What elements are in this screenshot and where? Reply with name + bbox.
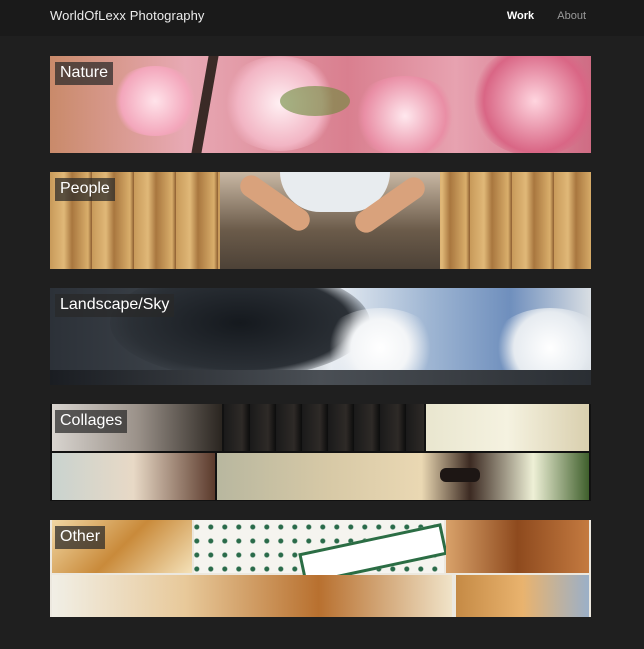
category-label: Other [55, 526, 106, 549]
site-title[interactable]: WorldOfLexx Photography [50, 8, 205, 23]
category-label: People [55, 178, 115, 201]
main-nav: Work About [487, 10, 586, 22]
category-banner-collages[interactable]: Collages [50, 404, 591, 501]
category-label: Landscape/Sky [55, 294, 175, 317]
category-banner-other[interactable]: Other [50, 520, 591, 617]
nav-about-link[interactable]: About [557, 10, 586, 22]
category-label: Nature [55, 62, 114, 85]
category-label: Collages [55, 410, 128, 433]
top-nav-bar: WorldOfLexx Photography Work About [0, 0, 644, 36]
category-banner-people[interactable]: People [50, 172, 591, 269]
category-banner-nature[interactable]: Nature [50, 56, 591, 153]
nav-work-link[interactable]: Work [507, 10, 534, 22]
category-banner-landscape-sky[interactable]: Landscape/Sky [50, 288, 591, 385]
